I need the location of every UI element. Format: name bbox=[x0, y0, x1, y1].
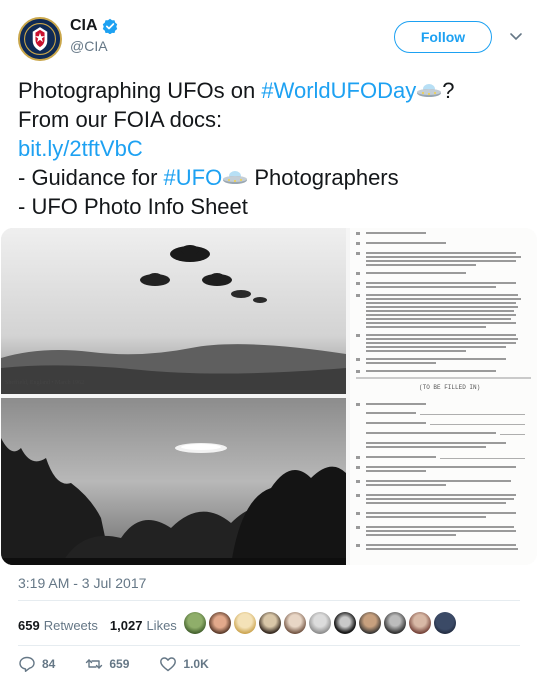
tweet-timestamp[interactable]: 3:19 AM - 3 Jul 2017 bbox=[18, 575, 146, 591]
divider bbox=[18, 645, 520, 646]
likes-stat[interactable]: 1,027 Likes bbox=[110, 618, 177, 633]
short-link[interactable]: bit.ly/2tftVbC bbox=[18, 134, 523, 163]
tweet-line-1: Photographing UFOs on #WorldUFODay? bbox=[18, 76, 523, 105]
divider bbox=[18, 600, 520, 601]
liker-avatar[interactable] bbox=[209, 612, 231, 634]
hashtag-link[interactable]: #WorldUFODay bbox=[261, 78, 416, 103]
reply-icon bbox=[19, 656, 35, 672]
liker-avatars bbox=[184, 612, 456, 634]
retweet-icon bbox=[86, 659, 103, 669]
liker-avatar[interactable] bbox=[234, 612, 256, 634]
cia-seal-icon bbox=[20, 19, 60, 59]
tweet-text-segment: Photographing UFOs on bbox=[18, 78, 262, 103]
like-count: 1.0K bbox=[183, 657, 209, 671]
liker-avatar[interactable] bbox=[434, 612, 456, 634]
reply-button[interactable]: 84 bbox=[18, 655, 55, 673]
photo-caption: Sheffield, England • March 1962 bbox=[5, 380, 85, 386]
ufo-photo-trees[interactable] bbox=[1, 398, 346, 565]
liker-avatar[interactable] bbox=[284, 612, 306, 634]
tweet-media[interactable]: Sheffield, England • March 1962 (TO BE F… bbox=[1, 228, 537, 565]
foia-document[interactable] bbox=[350, 228, 537, 565]
verified-badge-icon bbox=[102, 18, 118, 35]
likes-count: 1,027 bbox=[109, 617, 143, 633]
follow-button[interactable]: Follow bbox=[394, 21, 492, 53]
liker-avatar[interactable] bbox=[409, 612, 431, 634]
tweet-actions: 84 659 1.0K bbox=[18, 655, 239, 673]
reply-count: 84 bbox=[42, 657, 56, 671]
display-name[interactable]: CIA bbox=[70, 17, 98, 35]
tweet-text: Photographing UFOs on #WorldUFODay? From… bbox=[18, 76, 523, 221]
ufo-emoji-icon bbox=[416, 78, 442, 98]
tweet-stats: 659 Retweets 1,027 Likes bbox=[18, 613, 189, 637]
chevron-down-icon[interactable] bbox=[508, 28, 524, 44]
liker-avatar[interactable] bbox=[184, 612, 206, 634]
doc-section-title: (TO BE FILLED IN) bbox=[419, 384, 481, 391]
ufo-photo-sky[interactable]: Sheffield, England • March 1962 bbox=[1, 228, 346, 394]
retweet-button[interactable]: 659 bbox=[85, 655, 129, 673]
hashtag-link[interactable]: #UFO bbox=[164, 165, 223, 190]
tweet-line-4: - Guidance for #UFO Photographers bbox=[18, 163, 523, 192]
tweet-text-segment: Photographers bbox=[248, 165, 399, 190]
tweet-text-segment: - Guidance for bbox=[18, 165, 164, 190]
tweet-header: CIA @CIA Follow bbox=[0, 0, 538, 70]
user-info: CIA @CIA bbox=[70, 17, 118, 54]
like-button[interactable]: 1.0K bbox=[159, 655, 209, 673]
avatar[interactable] bbox=[18, 17, 62, 61]
ufo-emoji-icon bbox=[222, 165, 248, 185]
liker-avatar[interactable] bbox=[384, 612, 406, 634]
liker-avatar[interactable] bbox=[359, 612, 381, 634]
retweets-label: Retweets bbox=[43, 617, 98, 633]
user-handle[interactable]: @CIA bbox=[70, 38, 118, 54]
liker-avatar[interactable] bbox=[334, 612, 356, 634]
retweets-count: 659 bbox=[18, 617, 40, 633]
liker-avatar[interactable] bbox=[259, 612, 281, 634]
tweet-line-5: - UFO Photo Info Sheet bbox=[18, 194, 248, 219]
liker-avatar[interactable] bbox=[309, 612, 331, 634]
tweet-text-segment: ? bbox=[442, 78, 455, 103]
likes-label: Likes bbox=[146, 617, 177, 633]
retweet-count: 659 bbox=[109, 657, 130, 671]
retweets-stat[interactable]: 659 Retweets bbox=[18, 618, 98, 633]
tweet-line-2: From our FOIA docs: bbox=[18, 107, 223, 132]
heart-icon bbox=[160, 657, 177, 672]
